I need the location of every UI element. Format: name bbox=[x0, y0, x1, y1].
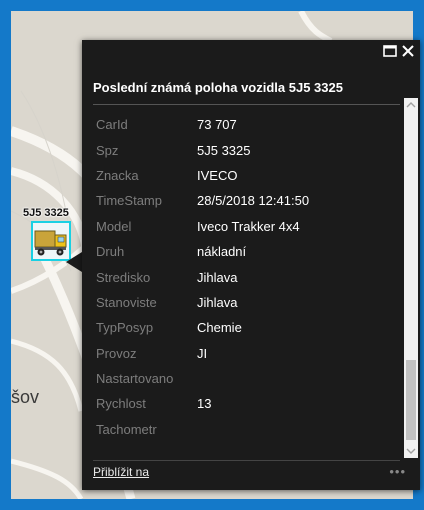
attribute-key: CarId bbox=[96, 117, 128, 133]
zoom-to-link[interactable]: Přiblížit na bbox=[93, 465, 149, 479]
attribute-key: Tachometr bbox=[96, 421, 157, 437]
attribute-value: Iveco Trakker 4x4 bbox=[197, 218, 300, 234]
scroll-down-arrow-icon[interactable] bbox=[404, 444, 418, 458]
attribute-value: 13 bbox=[197, 396, 212, 412]
attribute-key: TimeStamp bbox=[96, 193, 162, 209]
popup-window: Poslední známá poloha vozidla 5J5 3325 C… bbox=[82, 40, 420, 490]
attribute-row: Tachometr bbox=[96, 417, 396, 442]
attribute-value: Jihlava bbox=[197, 269, 238, 285]
attribute-value: Chemie bbox=[197, 320, 242, 336]
scroll-up-arrow-icon[interactable] bbox=[404, 98, 418, 112]
attribute-key: Stredisko bbox=[96, 269, 151, 285]
truck-icon[interactable] bbox=[31, 221, 71, 261]
close-icon[interactable] bbox=[400, 43, 416, 59]
popup-pointer bbox=[66, 252, 82, 272]
attribute-value: 73 707 bbox=[197, 117, 237, 133]
scroll-thumb[interactable] bbox=[406, 360, 416, 440]
attribute-key: Znacka bbox=[96, 167, 139, 183]
attribute-value bbox=[197, 417, 396, 442]
attribute-row: Druh nákladní bbox=[96, 239, 396, 264]
attribute-row: Stredisko Jihlava bbox=[96, 264, 396, 289]
attribute-row: TimeStamp 28/5/2018 12:41:50 bbox=[96, 188, 396, 213]
footer-divider bbox=[93, 460, 400, 461]
attribute-key: TypPosyp bbox=[96, 320, 154, 336]
vertical-scrollbar[interactable] bbox=[404, 98, 418, 458]
attribute-row: Znacka IVECO bbox=[96, 163, 396, 188]
maximize-icon[interactable] bbox=[382, 43, 398, 59]
attribute-row: Nastartovano bbox=[96, 366, 396, 391]
attribute-row: Stanoviste Jihlava bbox=[96, 290, 396, 315]
attribute-key: Druh bbox=[96, 244, 125, 260]
attribute-row: CarId 73 707 bbox=[96, 112, 396, 137]
attribute-row: TypPosyp Chemie bbox=[96, 315, 396, 340]
attribute-value: IVECO bbox=[197, 167, 238, 183]
attribute-key: Nastartovano bbox=[96, 371, 174, 387]
attribute-table: CarId 73 707 Spz 5J5 3325 Znacka IVECO Time… bbox=[96, 112, 396, 442]
title-divider bbox=[93, 104, 400, 105]
attribute-key: Provoz bbox=[96, 345, 137, 361]
attribute-value bbox=[197, 366, 396, 391]
attribute-row: Model Iveco Trakker 4x4 bbox=[96, 214, 396, 239]
vehicle-label: 5J5 3325 bbox=[23, 207, 69, 219]
attribute-key: Spz bbox=[96, 142, 119, 158]
attribute-value: 5J5 3325 bbox=[197, 142, 251, 158]
map-place-label: šov bbox=[11, 387, 40, 407]
attribute-key: Rychlost bbox=[96, 396, 146, 412]
attribute-row: Provoz JI bbox=[96, 341, 396, 366]
attribute-value: JI bbox=[197, 345, 208, 361]
attribute-row: Spz 5J5 3325 bbox=[96, 137, 396, 162]
attribute-key: Model bbox=[96, 218, 132, 234]
attribute-value: nákladní bbox=[197, 244, 247, 260]
attribute-value: 28/5/2018 12:41:50 bbox=[197, 193, 310, 209]
attribute-row: Rychlost 13 bbox=[96, 391, 396, 416]
popup-title: Poslední známá poloha vozidla 5J5 3325 bbox=[93, 80, 343, 95]
more-options-icon[interactable]: ••• bbox=[389, 464, 406, 479]
attribute-key: Stanoviste bbox=[96, 294, 157, 310]
attribute-value: Jihlava bbox=[197, 294, 238, 310]
popup-header bbox=[82, 40, 420, 62]
